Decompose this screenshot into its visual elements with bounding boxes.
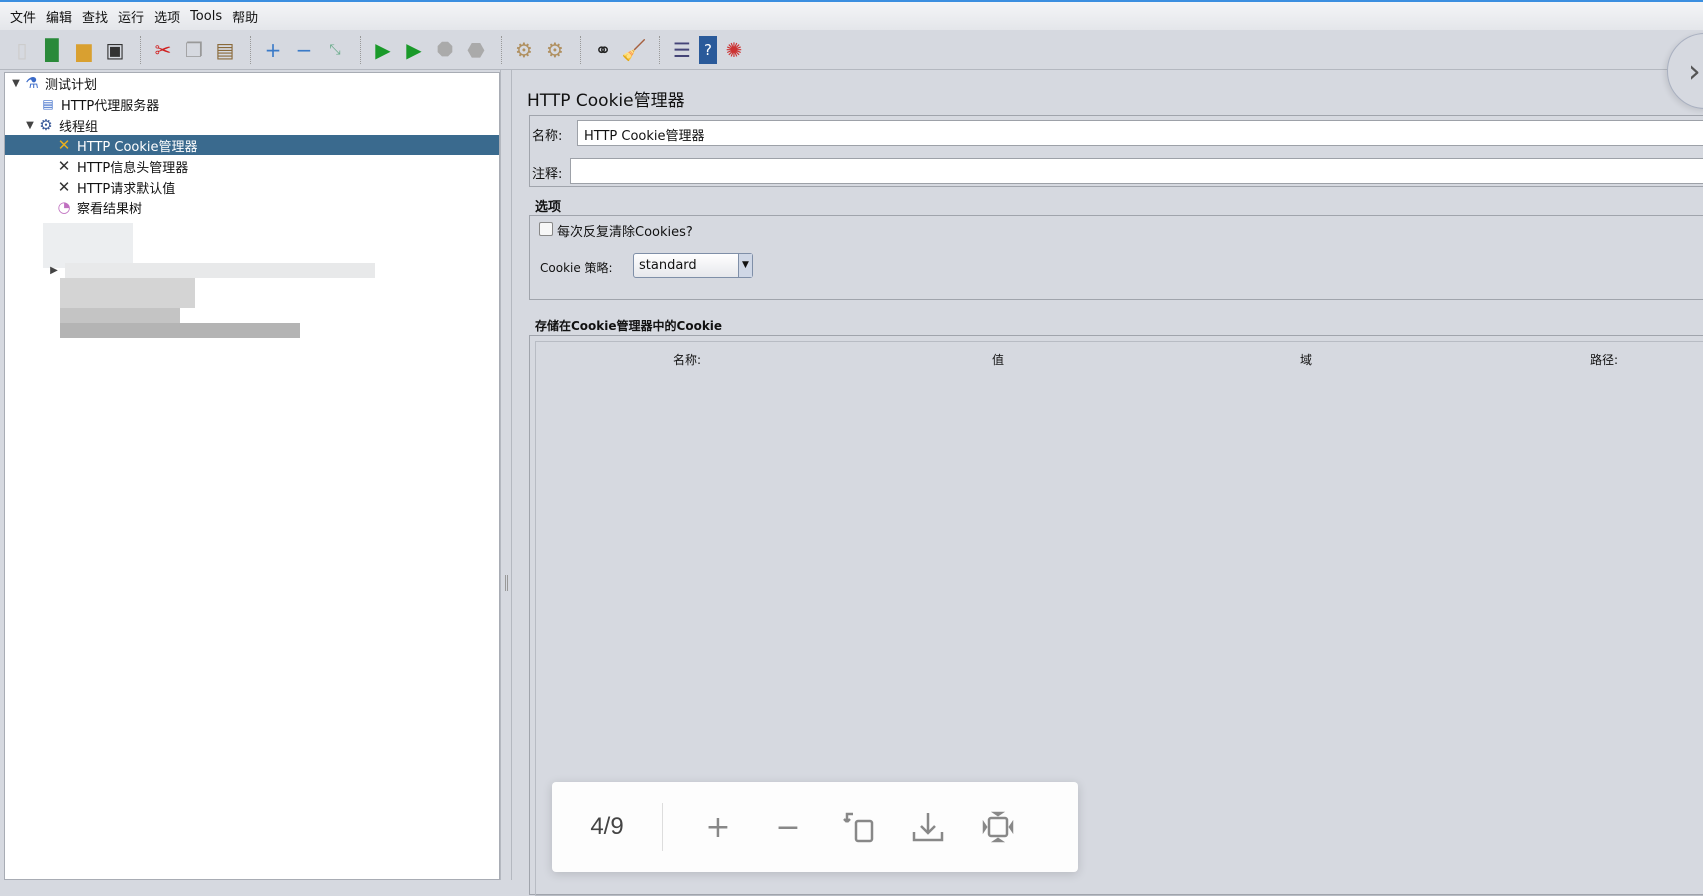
collapse-toggle-icon[interactable]: ▶ [47, 265, 61, 276]
start-no-pause-icon[interactable]: ▶ [400, 36, 428, 64]
menu-tools[interactable]: Tools [190, 9, 222, 24]
toggle-icon[interactable]: ⤡ [321, 36, 349, 64]
toolbar-separator [140, 35, 141, 64]
name-label: 名称: [532, 129, 563, 144]
thread-group-icon: ⚙ [39, 116, 53, 134]
divider [662, 803, 663, 851]
collapse-icon[interactable]: − [290, 36, 318, 64]
download-icon[interactable] [893, 802, 963, 852]
column-header-name[interactable]: 名称: [673, 351, 701, 368]
column-header-path[interactable]: 路径: [1590, 351, 1618, 368]
test-plan-icon: ⚗ [25, 74, 39, 92]
toolbar: ▯ ▉ ▆ ▣ ✂ ❐ ▤ + − ⤡ ▶ ▶ ⯃ ⬣ ⚙ ⚙ ⚭ 🧹 ☰ ? … [0, 30, 1703, 70]
toolbar-separator [580, 35, 581, 64]
policy-value: standard [639, 258, 697, 273]
tree-item-label: HTTP请求默认值 [77, 181, 176, 197]
menu-options[interactable]: 选项 [154, 7, 180, 26]
zoom-out-icon[interactable]: − [753, 802, 823, 852]
expand-toggle-icon[interactable]: ▼ [23, 120, 37, 131]
shutdown-icon[interactable]: ⬣ [462, 36, 490, 64]
stop-icon[interactable]: ⯃ [431, 36, 459, 64]
save-icon[interactable]: ▣ [101, 36, 129, 64]
rotate-icon[interactable] [823, 802, 893, 852]
split-pane-divider[interactable] [500, 70, 512, 880]
menu-bar: 文件 编辑 查找 运行 选项 Tools 帮助 [0, 0, 1703, 30]
tree-item-cookie-manager[interactable]: ✕ HTTP Cookie管理器 [5, 135, 499, 155]
column-header-domain[interactable]: 域 [1300, 351, 1312, 368]
reset-search-icon[interactable]: 🧹 [620, 36, 648, 64]
help-icon[interactable]: ? [699, 35, 717, 64]
chevron-down-icon: ▼ [738, 254, 752, 277]
toolbar-separator [659, 35, 660, 64]
name-input[interactable]: HTTP Cookie管理器 [577, 120, 1703, 146]
fit-screen-icon[interactable] [963, 802, 1033, 852]
toolbar-separator [501, 35, 502, 64]
remote-icon[interactable]: ✺ [720, 36, 748, 64]
expand-icon[interactable]: + [259, 36, 287, 64]
image-viewer-toolbar: 4/9 + − [552, 782, 1078, 872]
config-element-icon: ✕ [57, 136, 71, 154]
listener-icon: ◔ [57, 198, 71, 216]
config-element-icon: ✕ [57, 157, 71, 175]
tree-item-label: HTTP代理服务器 [61, 98, 160, 114]
menu-file[interactable]: 文件 [10, 7, 36, 26]
clear-each-iteration-label: 每次反复清除Cookies? [557, 225, 693, 240]
clear-icon[interactable]: ⚙ [510, 36, 538, 64]
templates-icon[interactable]: ▉ [39, 36, 67, 64]
comment-input[interactable] [570, 158, 1703, 184]
new-icon[interactable]: ▯ [8, 36, 36, 64]
clear-all-icon[interactable]: ⚙ [541, 36, 569, 64]
tree-item-request-defaults[interactable]: ✕ HTTP请求默认值 [5, 177, 499, 197]
tree-item-header-manager[interactable]: ✕ HTTP信息头管理器 [5, 156, 499, 176]
tree-item-label: HTTP信息头管理器 [77, 160, 189, 176]
toolbar-separator [250, 35, 251, 64]
open-icon[interactable]: ▆ [70, 36, 98, 64]
zoom-in-icon[interactable]: + [683, 802, 753, 852]
panel-title: HTTP Cookie管理器 [527, 91, 685, 111]
chevron-right-icon: › [1688, 52, 1701, 90]
policy-select[interactable]: standard ▼ [633, 253, 753, 278]
search-icon[interactable]: ⚭ [589, 36, 617, 64]
menu-edit[interactable]: 编辑 [46, 7, 72, 26]
clear-each-iteration-checkbox[interactable] [539, 222, 553, 236]
tree-item-label: HTTP Cookie管理器 [77, 139, 198, 155]
tree-item-label: 测试计划 [45, 77, 98, 93]
stored-cookies-heading: 存储在Cookie管理器中的Cookie [535, 319, 723, 333]
tree-item-proxy[interactable]: ▤ HTTP代理服务器 [5, 94, 499, 114]
policy-label: Cookie 策略: [540, 261, 613, 275]
cookie-manager-panel: HTTP Cookie管理器 名称: HTTP Cookie管理器 注释: 选项… [512, 70, 1703, 896]
test-plan-tree[interactable]: ▼ ⚗ 测试计划 ▤ HTTP代理服务器 ▼ ⚙ 线程组 ✕ HTTP Cook… [4, 72, 500, 880]
function-helper-icon[interactable]: ☰ [668, 36, 696, 64]
menu-search[interactable]: 查找 [82, 7, 108, 26]
tree-item-results-tree[interactable]: ◔ 察看结果树 [5, 197, 499, 217]
cut-icon[interactable]: ✂ [149, 36, 177, 64]
proxy-icon: ▤ [42, 97, 54, 111]
toolbar-separator [360, 35, 361, 64]
menu-run[interactable]: 运行 [118, 7, 144, 26]
menu-help[interactable]: 帮助 [232, 7, 258, 26]
tree-item-test-plan[interactable]: ▼ ⚗ 测试计划 [5, 73, 499, 93]
tree-item-thread-group[interactable]: ▼ ⚙ 线程组 [5, 115, 499, 135]
copy-icon[interactable]: ❐ [180, 36, 208, 64]
tree-item-label: 线程组 [59, 119, 99, 135]
start-icon[interactable]: ▶ [369, 36, 397, 64]
paste-icon[interactable]: ▤ [211, 36, 239, 64]
column-header-value[interactable]: 值 [992, 351, 1004, 368]
page-indicator: 4/9 [590, 813, 624, 840]
expand-toggle-icon[interactable]: ▼ [9, 78, 23, 89]
comment-label: 注释: [532, 167, 563, 182]
options-heading: 选项 [535, 200, 562, 215]
config-element-icon: ✕ [57, 178, 71, 196]
tree-item-label: 察看结果树 [77, 201, 143, 217]
